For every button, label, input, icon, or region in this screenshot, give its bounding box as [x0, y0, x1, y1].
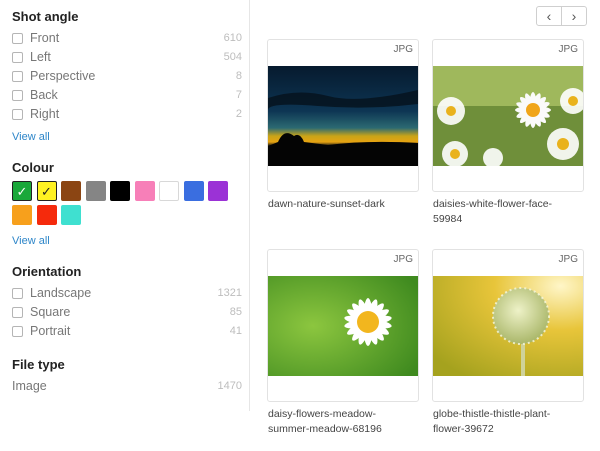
- checkbox[interactable]: [12, 287, 23, 299]
- filter-label: Right: [30, 107, 60, 121]
- result-card[interactable]: JPG: [432, 249, 584, 402]
- colour-swatch-purple[interactable]: [208, 181, 228, 201]
- colour-swatch-white[interactable]: [159, 181, 179, 201]
- filter-orientation-square[interactable]: Square 85: [12, 303, 242, 321]
- result-caption-link[interactable]: globe-thistle-thistle-plant-flower-39672: [433, 407, 550, 437]
- next-page-button[interactable]: ›: [561, 6, 587, 26]
- file-type-badge: JPG: [558, 254, 578, 265]
- colour-swatch-blue[interactable]: [183, 181, 204, 201]
- previous-page-button[interactable]: ‹: [536, 6, 562, 26]
- result-card[interactable]: JPG: [432, 39, 584, 192]
- colour-swatch-black[interactable]: [110, 181, 130, 201]
- filter-shot-angle-right[interactable]: Right 2: [12, 105, 242, 123]
- caption-line: flower-39672: [433, 423, 494, 435]
- filter-count: 8: [235, 70, 242, 82]
- filter-count: 85: [229, 306, 242, 318]
- thumbnail-image: [433, 66, 583, 166]
- filter-label: Perspective: [30, 69, 96, 83]
- checkbox[interactable]: [12, 32, 23, 44]
- colour-swatch-turquoise[interactable]: [61, 205, 81, 225]
- filter-orientation-landscape[interactable]: Landscape 1321: [12, 284, 242, 302]
- colour-heading: Colour: [12, 160, 54, 175]
- colour-view-all-link[interactable]: View all: [12, 235, 50, 247]
- chevron-right-icon: ›: [571, 8, 577, 24]
- filter-sidebar: Shot angle Front 610 Left 504 Perspective 8…: [0, 0, 250, 411]
- result-caption-link[interactable]: daisy-flowers-meadow-summer-meadow-68196: [268, 407, 382, 437]
- file-type-badge: JPG: [558, 44, 578, 55]
- file-type-badge: JPG: [393, 44, 413, 55]
- caption-line: dawn-nature-sunset-dark: [268, 198, 385, 210]
- file-type-heading: File type: [12, 357, 65, 372]
- colour-swatch-gray[interactable]: [85, 181, 106, 201]
- checkbox[interactable]: [12, 108, 23, 120]
- shot-angle-heading: Shot angle: [12, 9, 79, 24]
- file-type-badge: JPG: [393, 254, 413, 265]
- filter-label: Landscape: [30, 286, 92, 300]
- colour-swatch-yellow[interactable]: ✓: [36, 181, 57, 201]
- shot-angle-view-all-link[interactable]: View all: [12, 131, 50, 143]
- filter-shot-angle-front[interactable]: Front 610: [12, 29, 242, 47]
- filter-count: 7: [235, 89, 242, 101]
- colour-swatch-green[interactable]: ✓: [12, 181, 32, 201]
- colour-swatch-orange[interactable]: [12, 205, 32, 225]
- filter-count: 41: [229, 325, 242, 337]
- filter-label: Back: [30, 88, 58, 102]
- filter-count: 610: [223, 32, 242, 44]
- checkbox[interactable]: [12, 306, 23, 318]
- filter-label: Square: [30, 305, 71, 319]
- filter-label: Front: [30, 31, 60, 45]
- caption-line: summer-meadow-68196: [268, 423, 382, 435]
- filter-count: 2: [235, 108, 242, 120]
- result-caption-link[interactable]: dawn-nature-sunset-dark: [268, 197, 385, 212]
- filter-shot-angle-left[interactable]: Left 504: [12, 48, 242, 66]
- colour-swatch-brown[interactable]: [61, 181, 81, 201]
- checkbox[interactable]: [12, 325, 23, 337]
- colour-swatch-pink[interactable]: [134, 181, 155, 201]
- caption-line: 59984: [433, 213, 463, 225]
- thumbnail-image: [433, 276, 583, 376]
- filter-count: 1470: [217, 380, 242, 392]
- checkbox[interactable]: [12, 70, 23, 82]
- filter-count: 504: [223, 51, 242, 63]
- checkbox[interactable]: [12, 89, 23, 101]
- filter-shot-angle-perspective[interactable]: Perspective 8: [12, 67, 242, 85]
- caption-line: daisy-flowers-meadow-: [268, 408, 376, 420]
- caption-line: daisies-white-flower-face-: [433, 198, 553, 210]
- result-caption-link[interactable]: daisies-white-flower-face- 59984: [433, 197, 552, 227]
- filter-label: Left: [30, 50, 51, 64]
- checkbox[interactable]: [12, 51, 23, 63]
- filter-shot-angle-back[interactable]: Back 7: [12, 86, 242, 104]
- filter-orientation-portrait[interactable]: Portrait 41: [12, 322, 242, 340]
- filter-label: Portrait: [30, 324, 71, 338]
- result-card[interactable]: JPG: [267, 249, 419, 402]
- filter-count: 1321: [217, 287, 242, 299]
- caption-line: globe-thistle-thistle-plant-: [433, 408, 551, 420]
- thumbnail-image: [268, 276, 418, 376]
- filter-file-type-image[interactable]: Image 1470: [12, 377, 242, 395]
- check-icon: ✓: [41, 183, 52, 199]
- result-card[interactable]: JPG: [267, 39, 419, 192]
- filter-label: Image: [12, 379, 47, 393]
- chevron-left-icon: ‹: [546, 8, 552, 24]
- check-icon: ✓: [16, 183, 28, 199]
- colour-swatch-red[interactable]: [36, 205, 57, 225]
- orientation-heading: Orientation: [12, 264, 82, 279]
- thumbnail-image: [268, 66, 418, 166]
